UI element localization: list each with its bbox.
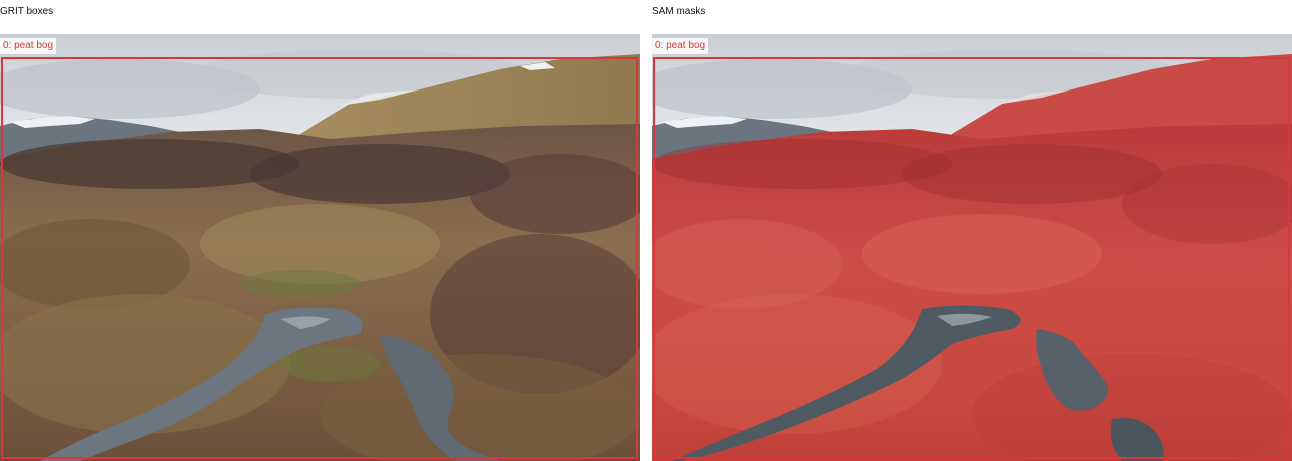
box-label: 0: peat bog — [0, 38, 57, 54]
panel-title: GRIT boxes — [0, 6, 54, 17]
grit-boxes-panel: GRIT boxes 0: peat bog — [0, 0, 640, 461]
box-label: 0: peat bog — [652, 38, 709, 54]
sam-masks-panel: SAM masks 0: peat bog — [652, 0, 1292, 461]
peat-bog-photo-masked — [652, 34, 1292, 461]
peat-bog-photo — [0, 34, 640, 461]
panel-title: SAM masks — [652, 6, 706, 17]
landscape-image — [0, 34, 640, 461]
masked-landscape-image — [652, 34, 1292, 461]
